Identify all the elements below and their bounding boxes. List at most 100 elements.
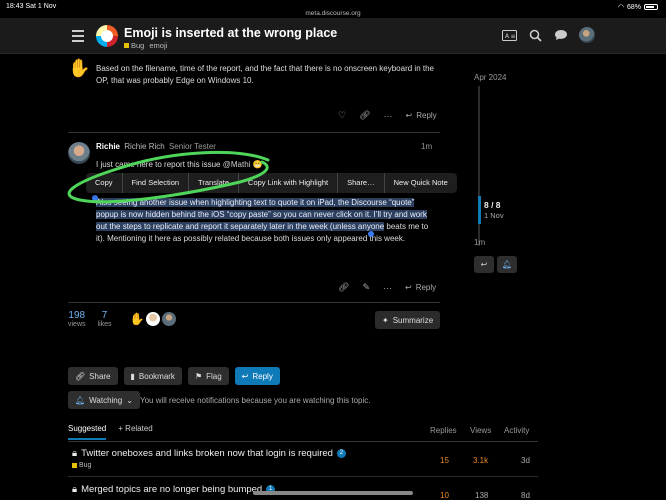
row-divider <box>68 476 538 477</box>
bell-icon: 🔔︎ <box>75 395 86 405</box>
menu-copy-link-highlight[interactable]: Copy Link with Highlight <box>239 173 339 193</box>
link-icon[interactable]: 🔗︎ <box>338 282 349 293</box>
url-label[interactable]: meta.discourse.org <box>0 10 666 17</box>
more-icon[interactable]: ··· <box>383 283 392 293</box>
selection-end-handle[interactable] <box>368 231 374 237</box>
col-activity: Activity <box>504 426 530 435</box>
reply-button[interactable]: ↩ Reply <box>405 283 436 292</box>
topic-title[interactable]: Emoji is inserted at the wrong place <box>124 26 337 40</box>
reply-button[interactable]: ↩ Reply <box>406 111 437 120</box>
mention-link[interactable]: @Mathi <box>223 160 251 169</box>
post-line: I just came here to report this issue @M… <box>96 160 263 169</box>
timeline-current-date: 1 Nov <box>484 211 504 220</box>
reply-icon: ↩ <box>405 111 413 120</box>
sparkle-icon: ✦ <box>382 315 389 325</box>
menu-share[interactable]: Share… <box>338 173 385 193</box>
timeline-start-date[interactable]: Apr 2024 <box>474 73 506 82</box>
summarize-button[interactable]: ✦ Summarize <box>375 311 441 329</box>
battery-icon <box>644 4 658 10</box>
edit-icon[interactable]: ✎ <box>362 282 370 293</box>
menu-translate[interactable]: Translate <box>189 173 240 193</box>
category-color-icon <box>72 463 77 468</box>
flag-button[interactable]: ⚑ Flag <box>187 367 229 385</box>
flag-icon: ⚑ <box>194 371 203 381</box>
translate-icon[interactable]: A ≡ <box>500 26 518 44</box>
menu-find-selection[interactable]: Find Selection <box>123 173 190 193</box>
suggested-topic-title[interactable]: 🔒︎ Twitter oneboxes and links broken now… <box>72 448 346 459</box>
ios-home-indicator <box>253 491 413 495</box>
username[interactable]: Richie <box>96 142 120 151</box>
suggested-topic-title[interactable]: 🔒︎ Merged topics are no longer being bum… <box>72 484 276 495</box>
participant-hand-avatar[interactable]: ✋ <box>130 312 145 326</box>
bookmark-button[interactable]: ▮ Bookmark <box>123 367 182 385</box>
like-icon[interactable]: ♡ <box>338 110 346 121</box>
richie-avatar[interactable] <box>68 142 90 164</box>
reply-topic-button[interactable]: ↩ Reply <box>234 367 280 385</box>
col-views: Views <box>470 426 492 435</box>
participant-avatar[interactable] <box>162 312 177 326</box>
svg-text:≡: ≡ <box>510 33 515 40</box>
link-icon[interactable]: 🔗︎ <box>359 110 370 121</box>
likes-stat[interactable]: 7 likes <box>98 310 112 328</box>
category-color-icon <box>124 43 129 48</box>
category-badge[interactable]: Bug <box>124 41 144 50</box>
unread-badge[interactable]: 2 <box>336 449 346 458</box>
wifi-icon: ◠ <box>617 4 624 11</box>
hamburger-menu-icon[interactable] <box>72 30 84 45</box>
search-icon[interactable] <box>526 26 544 44</box>
notifications-dropdown[interactable]: 🔔︎ Watching ⌄ <box>68 391 140 409</box>
reply-icon: ↩ <box>241 371 249 381</box>
topic-tags: Bug emoji <box>124 41 167 50</box>
user-avatar[interactable] <box>578 26 596 44</box>
chevron-down-icon: ⌄ <box>126 395 133 405</box>
post-author: Richie Richie Rich Senior Tester <box>96 142 216 151</box>
text-selection[interactable]: Also seeing another issue when highlight… <box>96 198 427 231</box>
link-icon: 🔗︎ <box>75 371 86 381</box>
reply-icon: ↩ <box>404 283 412 292</box>
chat-icon[interactable] <box>552 26 570 44</box>
site-header: Emoji is inserted at the wrong place Bug… <box>0 18 666 54</box>
views-count: 3.1k <box>473 456 489 465</box>
participant-avatar[interactable] <box>146 312 161 326</box>
user-title: Senior Tester <box>168 142 216 151</box>
post-body-selected: Also seeing another issue when highlight… <box>96 197 432 245</box>
post-time[interactable]: 1m <box>421 142 432 151</box>
views-count: 138 <box>475 491 489 500</box>
timeline-end-date[interactable]: 1m <box>474 238 485 247</box>
post-body: Based on the filename, time of the repor… <box>96 64 434 85</box>
tab-suggested[interactable]: Suggested <box>68 424 107 440</box>
share-button[interactable]: 🔗︎ Share <box>68 367 118 385</box>
replies-count: 10 <box>440 491 449 500</box>
header-icons: A ≡ <box>500 26 596 44</box>
timeline-handle[interactable] <box>478 196 481 224</box>
topic-footer-buttons: 🔗︎ Share ▮ Bookmark ⚑ Flag ↩ Reply <box>68 367 280 385</box>
activity-time[interactable]: 8d <box>521 491 530 500</box>
timeline-reply-button[interactable]: ↩ <box>474 256 494 273</box>
post-avatar[interactable]: ✋ <box>68 58 90 79</box>
menu-copy[interactable]: Copy <box>86 173 123 193</box>
topic-map: 198 views 7 likes ✋ <box>68 310 177 328</box>
tab-related[interactable]: + Related <box>118 424 152 440</box>
lock-icon: 🔒︎ <box>72 448 78 459</box>
selection-start-handle[interactable] <box>92 195 98 201</box>
col-replies: Replies <box>430 426 457 435</box>
grimacing-emoji-icon: 😬 <box>252 160 263 169</box>
tag-emoji[interactable]: emoji <box>149 41 167 50</box>
svg-text:A: A <box>505 33 510 40</box>
battery: ◠ 68% <box>618 3 658 11</box>
activity-time[interactable]: 3d <box>521 456 530 465</box>
notification-description: You will receive notifications because y… <box>140 396 371 405</box>
post-divider <box>68 132 440 133</box>
ios-status-bar: 18:43 Sat 1 Nov meta.discourse.org ◠ 68% <box>0 0 666 17</box>
post-actions: ♡ 🔗︎ ··· ↩ Reply <box>338 110 437 121</box>
more-icon[interactable]: ··· <box>384 111 393 121</box>
suggested-topic-category[interactable]: Bug <box>72 462 91 469</box>
lock-icon: 🔒︎ <box>72 484 78 495</box>
views-stat: 198 views <box>68 310 86 328</box>
discourse-logo[interactable] <box>96 25 118 47</box>
battery-percent: 68% <box>626 3 641 11</box>
bell-icon: 🔔︎ <box>501 260 513 269</box>
menu-new-quick-note[interactable]: New Quick Note <box>385 173 457 193</box>
timeline-notifications-button[interactable]: 🔔︎ <box>497 256 517 273</box>
tabs-divider <box>68 441 538 442</box>
